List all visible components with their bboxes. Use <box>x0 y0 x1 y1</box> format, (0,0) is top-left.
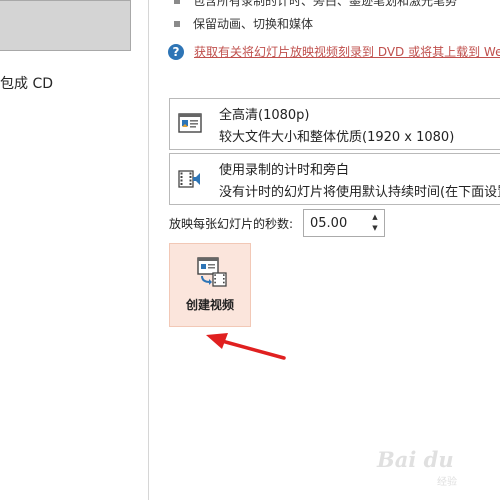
presentation-screen-icon <box>178 113 202 133</box>
timings-dropdown[interactable]: 使用录制的计时和旁白 没有计时的幻灯片将使用默认持续时间(在下面设置 <box>169 153 500 205</box>
bullet-item: 包含所有录制的计时、旁白、墨迹笔划和激光笔势 <box>174 0 457 9</box>
quality-subtitle: 较大文件大小和整体优质(1920 x 1080) <box>219 130 455 145</box>
left-nav-item-package-cd[interactable]: 包成 CD <box>0 73 53 93</box>
left-nav-panel: 包成 CD <box>0 0 149 500</box>
watermark-text: Bai du <box>377 447 454 472</box>
create-video-icon <box>197 257 227 287</box>
watermark-subtext: 经验 <box>437 477 457 488</box>
create-video-label: 创建视频 <box>185 298 234 312</box>
baidu-watermark: Bai du 经验 <box>377 447 495 491</box>
spinner-down-arrow-icon[interactable]: ▼ <box>369 223 381 234</box>
bullet-icon <box>174 20 180 27</box>
help-link[interactable]: 获取有关将幻灯片放映视频刻录到 DVD 或将其上载到 We <box>194 43 500 60</box>
bullet-text: 包含所有录制的计时、旁白、墨迹笔划和激光笔势 <box>193 0 458 8</box>
red-pointer-arrow-icon <box>206 333 286 360</box>
quality-title: 全高清(1080p) <box>219 108 310 123</box>
help-row: ? 获取有关将幻灯片放映视频刻录到 DVD 或将其上载到 We <box>168 43 500 60</box>
timings-title: 使用录制的计时和旁白 <box>219 163 350 178</box>
bullet-item: 保留动画、切换和媒体 <box>174 15 313 32</box>
left-nav-selected-item[interactable] <box>0 0 131 51</box>
spinner-up-arrow-icon[interactable]: ▲ <box>369 212 381 223</box>
seconds-per-slide-spinner[interactable]: ▲ ▼ <box>303 209 385 237</box>
film-speaker-icon <box>178 170 200 188</box>
bullet-text: 保留动画、切换和媒体 <box>193 17 314 31</box>
timings-subtitle: 没有计时的幻灯片将使用默认持续时间(在下面设置 <box>219 185 500 200</box>
create-video-button[interactable]: 创建视频 <box>169 243 251 327</box>
question-circle-icon: ? <box>168 43 184 60</box>
bullet-icon <box>174 0 180 4</box>
export-create-video-page: 包成 CD 包含所有录制的计时、旁白、墨迹笔划和激光笔势 保留动画、切换和媒体 … <box>0 0 500 500</box>
quality-dropdown[interactable]: 全高清(1080p) 较大文件大小和整体优质(1920 x 1080) <box>169 98 500 150</box>
seconds-per-slide-input[interactable] <box>308 214 368 232</box>
seconds-per-slide-label: 放映每张幻灯片的秒数: <box>169 217 294 231</box>
